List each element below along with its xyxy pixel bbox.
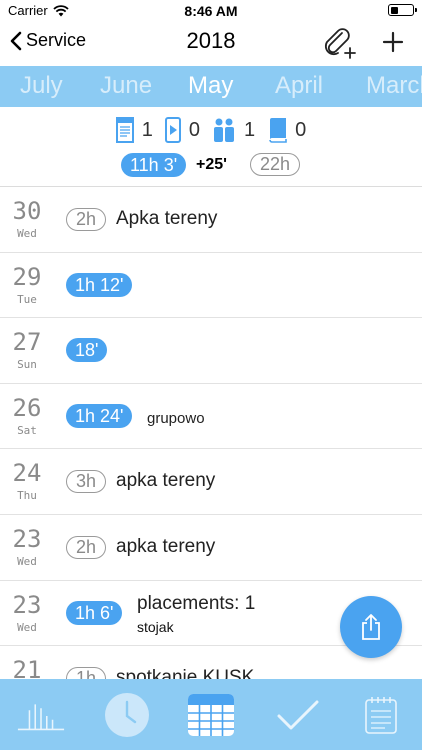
add-button[interactable]	[380, 28, 406, 56]
stats-row: 1 0 1 0	[0, 115, 422, 145]
day-number: 24	[12, 459, 42, 488]
navigation-bar: Service 2018	[0, 22, 422, 64]
entry-note: grupowo	[147, 409, 205, 427]
month-march[interactable]: March	[366, 72, 422, 100]
tab-calendar[interactable]	[186, 691, 236, 739]
weekday-label: Wed	[17, 620, 37, 634]
time-badge: 2h	[66, 535, 107, 559]
time-badge: 18'	[66, 338, 108, 363]
goal-hours-badge: 22h	[250, 153, 301, 176]
entry-subnote: stojak	[137, 618, 174, 635]
stat-studies: 0	[267, 117, 306, 143]
tab-notes[interactable]	[356, 691, 406, 739]
list-item[interactable]: 23 Wed 2h apka tereny	[0, 515, 422, 581]
stat-videos: 0	[164, 117, 200, 143]
entry-note: apka tereny	[116, 470, 216, 492]
studies-icon	[269, 118, 287, 143]
weekday-label: Tue	[17, 292, 37, 306]
calendar-grid-icon	[188, 694, 234, 736]
list-item[interactable]: 24 Thu 3h apka tereny	[0, 449, 422, 515]
checkmark-icon	[277, 700, 319, 730]
month-july[interactable]: July	[20, 72, 63, 100]
month-june[interactable]: June	[100, 72, 152, 100]
placements-icon	[115, 117, 134, 143]
day-number: 30	[12, 197, 42, 225]
total-hours-badge: 11h 3'	[121, 153, 187, 177]
status-time: 8:46 AM	[184, 3, 238, 19]
day-number: 23	[12, 590, 42, 619]
battery-icon	[388, 4, 417, 16]
time-badge: 1h 6'	[66, 600, 123, 625]
share-icon	[362, 614, 380, 640]
day-number: 27	[12, 328, 42, 357]
stat-return-visits: 1	[212, 117, 255, 143]
paperclip-add-icon	[324, 28, 356, 59]
entry-note: placements: 1	[137, 592, 256, 614]
time-badge: 1h 24'	[66, 403, 133, 428]
tab-statistics[interactable]	[16, 691, 66, 739]
weekday-label: Sun	[17, 358, 37, 372]
attach-button[interactable]	[322, 28, 356, 60]
tab-tasks[interactable]	[272, 691, 322, 739]
totals-row: 11h 3' +25' 22h	[0, 151, 422, 179]
month-summary: 1 0 1 0 11h 3' +25' 22h	[0, 115, 422, 177]
status-bar: Carrier 8:46 AM	[0, 0, 422, 22]
statistics-icon	[17, 704, 65, 731]
month-may[interactable]: May	[188, 72, 233, 100]
list-item[interactable]: 27 Sun 18'	[0, 318, 422, 384]
tab-bar	[0, 679, 422, 750]
list-item[interactable]: 30 Wed 2h Apka tereny	[0, 187, 422, 253]
month-april[interactable]: April	[275, 72, 323, 100]
month-selector[interactable]: July June May April March	[0, 66, 422, 107]
stat-placements: 1	[115, 117, 153, 143]
day-number: 26	[12, 393, 42, 422]
tab-timer[interactable]	[102, 691, 152, 739]
video-icon	[164, 117, 181, 143]
page-title: 2018	[186, 28, 236, 53]
time-badge: 3h	[66, 470, 107, 494]
time-badge: 2h	[66, 208, 107, 231]
return-visits-icon	[214, 118, 234, 142]
notepad-icon	[365, 697, 397, 734]
weekday-label: Thu	[17, 489, 37, 503]
clock-icon	[105, 693, 149, 737]
day-number: 29	[12, 262, 42, 291]
weekday-label: Wed	[17, 227, 37, 240]
share-button[interactable]	[340, 596, 402, 658]
plus-icon	[382, 31, 404, 53]
day-number: 23	[12, 524, 42, 553]
entry-note: apka tereny	[116, 535, 216, 557]
list-item[interactable]: 29 Tue 1h 12'	[0, 253, 422, 319]
list-item[interactable]: 26 Sat 1h 24' grupowo	[0, 384, 422, 450]
extra-minutes: +25'	[196, 156, 227, 173]
time-badge: 1h 12'	[66, 272, 133, 297]
weekday-label: Wed	[17, 554, 37, 568]
entry-note: Apka tereny	[116, 208, 218, 229]
weekday-label: Sat	[17, 423, 37, 437]
